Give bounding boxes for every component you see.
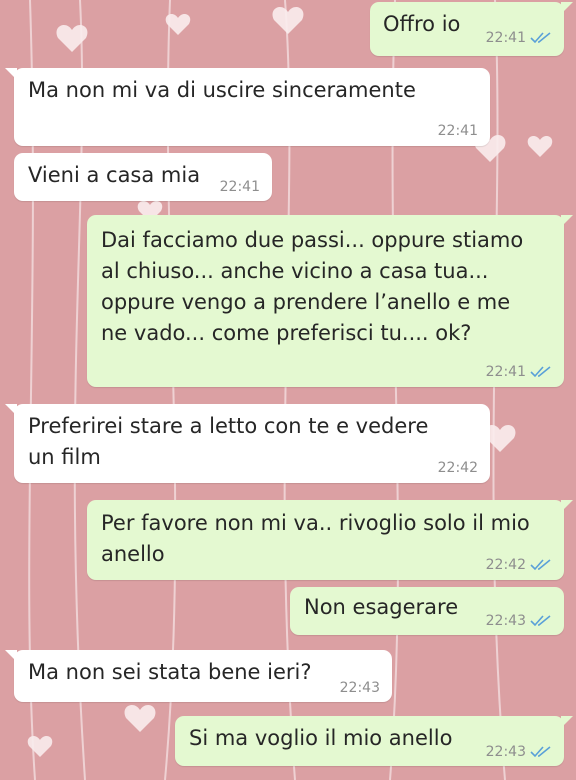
message-text: Preferirei stare a letto con te e vedere… <box>28 414 429 469</box>
message-time: 22:43 <box>485 613 526 629</box>
message-incoming[interactable]: Ma non sei stata bene ieri? 22:43 <box>5 650 392 702</box>
message-text: Ma non mi va di uscire sinceramente <box>28 78 416 102</box>
double-check-icon <box>530 615 551 627</box>
message-outgoing[interactable]: Per favore non mi va.. rivoglio solo il … <box>87 500 573 580</box>
message-time: 22:41 <box>437 123 478 139</box>
message-text: Dai facciamo due passi... oppure stiamo … <box>101 228 524 345</box>
double-check-icon <box>530 559 551 571</box>
message-outgoing[interactable]: Non esagerare 22:43 <box>290 587 564 635</box>
double-check-icon <box>530 366 551 378</box>
message-text: Ma non sei stata bene ieri? <box>28 660 312 684</box>
message-incoming[interactable]: Ma non mi va di uscire sinceramente 22:4… <box>5 68 490 146</box>
message-text: Offro io <box>383 12 461 36</box>
double-check-icon <box>530 746 551 758</box>
message-text: Per favore non mi va.. rivoglio solo il … <box>101 511 530 566</box>
message-incoming[interactable]: Preferirei stare a letto con te e vedere… <box>5 404 490 483</box>
message-outgoing[interactable]: Offro io 22:41 <box>370 2 573 56</box>
message-outgoing[interactable]: Si ma voglio il mio anello 22:43 <box>175 716 573 766</box>
message-time: 22:43 <box>485 744 526 760</box>
message-outgoing[interactable]: Dai facciamo due passi... oppure stiamo … <box>87 215 573 387</box>
message-time: 22:42 <box>485 557 526 573</box>
message-time: 22:42 <box>437 460 478 476</box>
message-incoming[interactable]: Vieni a casa mia 22:41 <box>14 153 272 201</box>
message-text: Si ma voglio il mio anello <box>189 726 453 750</box>
message-time: 22:41 <box>485 30 526 46</box>
message-time: 22:41 <box>485 364 526 380</box>
message-time: 22:43 <box>339 680 380 696</box>
message-text: Non esagerare <box>304 595 459 619</box>
message-time: 22:41 <box>219 179 260 195</box>
double-check-icon <box>530 32 551 44</box>
message-text: Vieni a casa mia <box>28 163 201 187</box>
